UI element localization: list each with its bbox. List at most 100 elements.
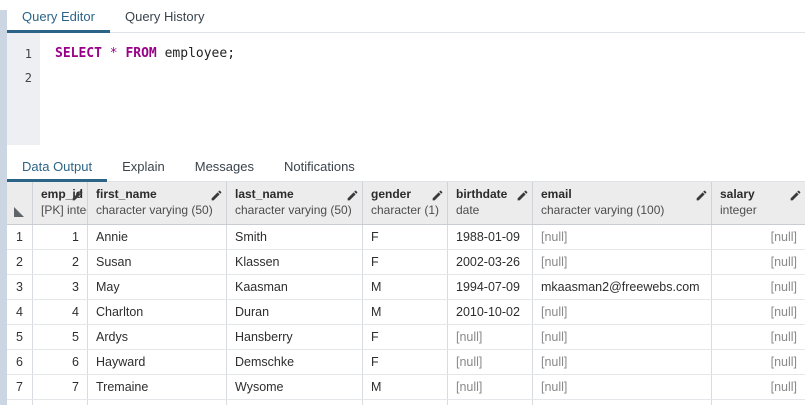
cell-value: [null] [541,305,567,319]
column-header-first_name[interactable]: first_namecharacter varying (50) [88,182,227,224]
cell-email[interactable]: [null] [533,300,712,324]
cell-last_name[interactable]: Hansberry [227,325,363,349]
cell-value: 3 [72,280,79,294]
sql-token-keyword: SELECT [55,46,102,61]
edit-pencil-icon[interactable] [695,189,708,202]
cell-value: F [371,355,379,369]
cell-value: 7 [72,380,79,394]
cell-last_name[interactable]: Smith [227,225,363,249]
select-all-cell[interactable] [7,182,33,224]
cell-birthdate[interactable]: [null] [448,325,533,349]
data-output-grid: emp_id[PK] integerfirst_namecharacter va… [7,182,805,405]
cell-email[interactable]: [null] [533,250,712,274]
cell-email[interactable]: mkaasman2@freewebs.com [533,275,712,299]
cell-gender[interactable]: M [363,275,448,299]
column-type: character varying (50) [96,203,221,217]
cell-value: [null] [771,330,797,344]
cell-gender[interactable]: F [363,325,448,349]
cell-last_name[interactable]: Kaasman [227,275,363,299]
cell-value: 2002-03-26 [456,255,520,269]
cell-salary[interactable]: [null] [712,250,805,274]
cell-birthdate[interactable]: 2002-03-26 [448,250,533,274]
edit-pencil-icon[interactable] [210,189,223,202]
cell-first_name[interactable]: Susan [88,250,227,274]
cell-emp_id[interactable]: 5 [33,325,88,349]
cell-emp_id[interactable]: 7 [33,375,88,399]
row-number[interactable]: 6 [7,350,33,374]
empty-cell [363,400,448,405]
cell-value: F [371,255,379,269]
cell-value: F [371,330,379,344]
tab-explain[interactable]: Explain [107,151,180,181]
column-header-email[interactable]: emailcharacter varying (100) [533,182,712,224]
tab-notifications[interactable]: Notifications [269,151,370,181]
cell-birthdate[interactable]: 1988-01-09 [448,225,533,249]
cell-gender[interactable]: F [363,250,448,274]
cell-value: [null] [541,355,567,369]
row-number[interactable]: 5 [7,325,33,349]
column-header-birthdate[interactable]: birthdatedate [448,182,533,224]
cell-emp_id[interactable]: 3 [33,275,88,299]
cell-salary[interactable]: [null] [712,225,805,249]
row-number[interactable]: 4 [7,300,33,324]
edit-pencil-icon[interactable] [71,189,84,202]
cell-first_name[interactable]: Ardys [88,325,227,349]
cell-gender[interactable]: F [363,225,448,249]
cell-salary[interactable]: [null] [712,300,805,324]
cell-first_name[interactable]: May [88,275,227,299]
cell-value: Kaasman [235,280,288,294]
column-name: salary [720,187,800,201]
cell-last_name[interactable]: Klassen [227,250,363,274]
row-number[interactable]: 1 [7,225,33,249]
cell-emp_id[interactable]: 1 [33,225,88,249]
cell-first_name[interactable]: Tremaine [88,375,227,399]
cell-emp_id[interactable]: 2 [33,250,88,274]
empty-cell [712,400,805,405]
cell-value: Hansberry [235,330,293,344]
editor-tabbar: Query EditorQuery History [7,0,805,33]
sql-code-area[interactable]: SELECT * FROM employee; [40,33,805,145]
cell-gender[interactable]: M [363,375,448,399]
sql-editor[interactable]: 12 SELECT * FROM employee; [7,33,805,145]
cell-birthdate[interactable]: 2010-10-02 [448,300,533,324]
tab-messages[interactable]: Messages [180,151,269,181]
tab-query-editor[interactable]: Query Editor [7,0,110,32]
cell-birthdate[interactable]: 1994-07-09 [448,275,533,299]
cell-last_name[interactable]: Demschke [227,350,363,374]
edit-pencil-icon[interactable] [346,189,359,202]
column-header-last_name[interactable]: last_namecharacter varying (50) [227,182,363,224]
cell-gender[interactable]: M [363,300,448,324]
column-header-emp_id[interactable]: emp_id[PK] integer [33,182,88,224]
cell-salary[interactable]: [null] [712,375,805,399]
cell-salary[interactable]: [null] [712,350,805,374]
cell-last_name[interactable]: Wysome [227,375,363,399]
cell-email[interactable]: [null] [533,325,712,349]
tab-query-history[interactable]: Query History [110,0,219,32]
tab-data-output[interactable]: Data Output [7,151,107,181]
cell-first_name[interactable]: Annie [88,225,227,249]
edit-pencil-icon[interactable] [789,189,802,202]
column-header-gender[interactable]: gendercharacter (1) [363,182,448,224]
column-header-salary[interactable]: salaryinteger [712,182,805,224]
cell-email[interactable]: [null] [533,350,712,374]
output-tabbar: Data OutputExplainMessagesNotifications [7,151,805,182]
cell-gender[interactable]: F [363,350,448,374]
cell-first_name[interactable]: Hayward [88,350,227,374]
cell-last_name[interactable]: Duran [227,300,363,324]
cell-email[interactable]: [null] [533,225,712,249]
edit-pencil-icon[interactable] [431,189,444,202]
row-number[interactable]: 3 [7,275,33,299]
cell-email[interactable]: [null] [533,375,712,399]
cell-salary[interactable]: [null] [712,325,805,349]
cell-emp_id[interactable]: 6 [33,350,88,374]
cell-salary[interactable]: [null] [712,275,805,299]
row-number[interactable]: 2 [7,250,33,274]
cell-value: M [371,305,381,319]
cell-birthdate[interactable]: [null] [448,375,533,399]
row-number[interactable]: 7 [7,375,33,399]
cell-emp_id[interactable]: 4 [33,300,88,324]
cell-first_name[interactable]: Charlton [88,300,227,324]
edit-pencil-icon[interactable] [516,189,529,202]
left-scrollbar[interactable] [0,10,7,405]
cell-birthdate[interactable]: [null] [448,350,533,374]
